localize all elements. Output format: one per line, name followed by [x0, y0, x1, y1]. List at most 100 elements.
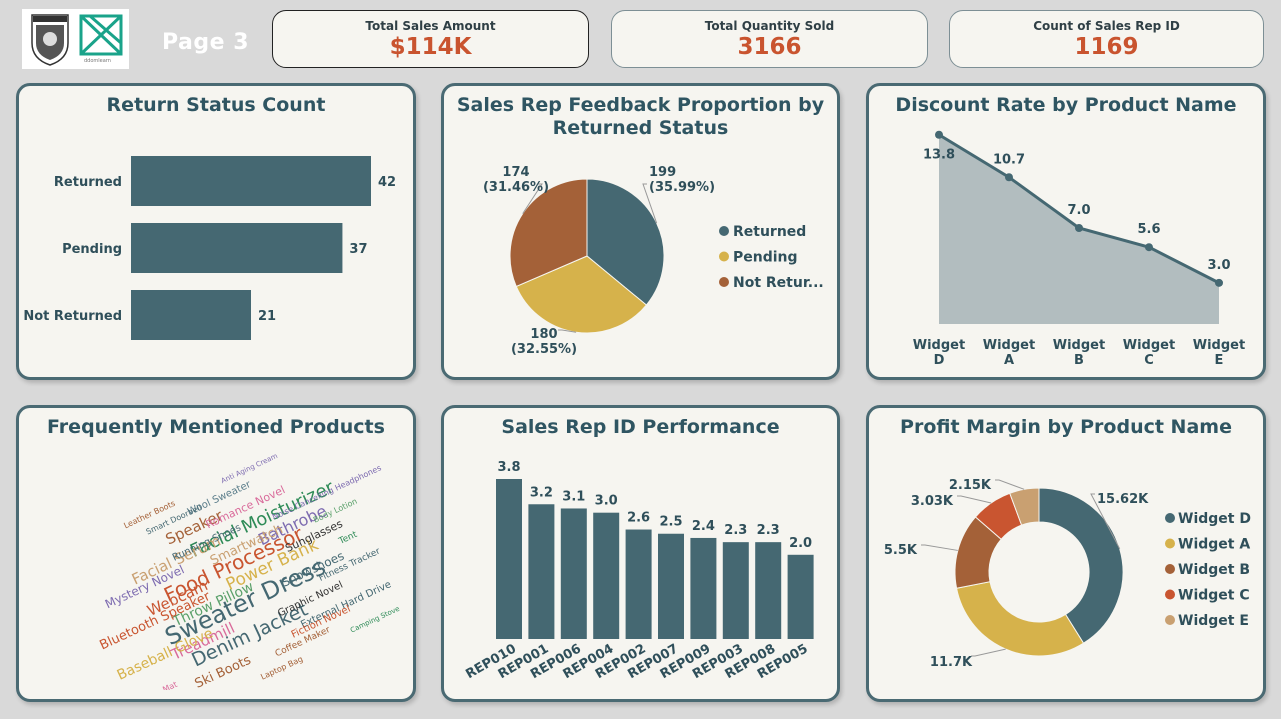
bar — [658, 533, 684, 639]
category-label: Widget — [913, 338, 965, 353]
bar — [593, 512, 620, 639]
bar — [722, 542, 749, 639]
sales-rep-bar-chart: 3.8REP0103.2REP0013.1REP0063.0REP0042.6R… — [463, 460, 814, 682]
category-label: A — [1004, 353, 1014, 368]
data-label: 7.0 — [1067, 203, 1090, 218]
word: Camping Stove — [349, 605, 401, 635]
bar — [755, 542, 782, 639]
discount-rate-card[interactable]: Discount Rate by Product Name 13.8 Widget… — [866, 83, 1266, 380]
bar — [690, 537, 717, 639]
legend-label: Widget A — [1178, 537, 1250, 553]
word-cloud-group: Sweater DressFood ProcessorFacial Moistu… — [98, 452, 401, 690]
data-label: 3.0 — [1207, 258, 1230, 273]
bar — [131, 290, 251, 340]
bar — [131, 223, 343, 273]
kpi-card-total-quantity[interactable]: Total Quantity Sold 3166 — [611, 10, 928, 68]
legend-label: Widget D — [1178, 511, 1251, 527]
kpi-card-sales-rep-count[interactable]: Count of Sales Rep ID 1169 — [949, 10, 1264, 68]
data-point — [1215, 278, 1223, 287]
legend-marker — [1165, 589, 1175, 600]
profit-margin-card[interactable]: Profit Margin by Product Name 15.62K 11.7… — [866, 405, 1266, 702]
category-label: Not Returned — [23, 309, 122, 324]
chart-title: Sales Rep ID Performance — [501, 416, 780, 438]
bar — [787, 554, 814, 639]
data-label: 2.5 — [659, 515, 682, 530]
logo-area: ddomlearn — [22, 9, 129, 69]
value-label: 174 — [502, 165, 529, 180]
data-label: 3.8 — [497, 460, 520, 475]
category-label: Widget — [983, 338, 1035, 353]
legend-label: Widget E — [1178, 613, 1249, 629]
kpi-card-total-sales[interactable]: Total Sales Amount $114K — [272, 10, 589, 68]
value-label: 3.03K — [911, 494, 954, 509]
category-label: Widget — [1193, 338, 1245, 353]
category-label: Widget — [1053, 338, 1105, 353]
logo-caption: ddomlearn — [84, 58, 111, 64]
category-label: B — [1074, 353, 1084, 368]
data-label: 5.6 — [1137, 222, 1160, 237]
data-point — [935, 130, 943, 139]
leader-line — [921, 544, 958, 551]
return-status-chart: Returned 42 Pending 37 Not Returned 21 — [23, 156, 396, 340]
kpi-value: $114K — [389, 34, 472, 60]
category-label: Pending — [62, 242, 122, 257]
data-label: 2.4 — [692, 519, 715, 534]
percent-label: (32.55%) — [511, 342, 577, 357]
legend-label: Widget B — [1178, 562, 1250, 578]
legend-label: Pending — [733, 250, 798, 266]
category-label: D — [934, 353, 945, 368]
word-cloud: Sweater DressFood ProcessorFacial Moistu… — [98, 452, 401, 690]
chart-title-line-1: Sales Rep Feedback Proportion by — [456, 94, 825, 116]
bar — [496, 479, 522, 639]
data-label: 37 — [349, 242, 367, 257]
kpi-value: 3166 — [737, 34, 802, 60]
data-point — [1145, 243, 1153, 252]
legend-marker — [719, 226, 729, 236]
data-label: 2.3 — [724, 523, 747, 538]
value-label: 199 — [649, 165, 676, 180]
bar — [131, 156, 371, 206]
value-label: 11.7K — [930, 655, 973, 670]
brand-logo-icon — [79, 14, 123, 56]
word: Laptop Bag — [259, 654, 304, 681]
data-point — [1005, 173, 1013, 182]
feedback-pie-chart: 199(35.99%) 180(32.55%) 174(31.46%) Returne… — [483, 165, 824, 357]
chart-title: Frequently Mentioned Products — [47, 416, 385, 438]
legend-marker — [719, 277, 729, 287]
data-label: 13.8 — [923, 148, 955, 163]
legend-label: Widget C — [1178, 588, 1250, 604]
chart-title: Return Status Count — [106, 94, 326, 116]
value-label: 2.15K — [949, 478, 992, 493]
chart-title-line-2: Returned Status — [552, 117, 729, 139]
data-label: 3.0 — [595, 494, 618, 509]
word: Anti Aging Cream — [220, 452, 279, 485]
word: Tent — [337, 530, 360, 548]
value-label: 15.62K — [1097, 492, 1149, 507]
return-status-card[interactable]: Return Status Count Returned 42 Pending 37 N… — [16, 83, 416, 380]
word: Yoga Mat — [141, 680, 179, 690]
data-label: 10.7 — [993, 152, 1025, 167]
word-cloud-card[interactable]: Frequently Mentioned Products Sweater Dr… — [16, 405, 416, 702]
data-label: 42 — [378, 175, 396, 190]
sales-rep-performance-card[interactable]: Sales Rep ID Performance 3.8 REP010 3.2 REP… — [441, 405, 840, 702]
legend-marker — [1165, 564, 1175, 574]
value-label: 180 — [530, 327, 557, 342]
bar — [625, 529, 652, 639]
category-label: E — [1215, 353, 1224, 368]
data-label: 2.3 — [757, 523, 780, 538]
percent-label: (35.99%) — [649, 180, 715, 195]
donut-slice — [956, 581, 1085, 657]
legend-label: Returned — [733, 224, 806, 240]
legend-marker — [719, 251, 729, 262]
bar — [528, 504, 555, 639]
profit-donut-chart: 15.62K 11.7K 5.5K 3.03K2.15K Widget D Widget … — [884, 478, 1251, 670]
legend-marker — [1165, 513, 1175, 523]
percent-label: (31.46%) — [483, 180, 549, 195]
feedback-proportion-card[interactable]: Sales Rep Feedback Proportion by Returne… — [441, 83, 840, 380]
value-label: 5.5K — [884, 543, 918, 558]
data-label: 21 — [258, 309, 276, 324]
leader-line — [971, 648, 1006, 657]
legend-marker — [1165, 538, 1175, 549]
data-label: 2.0 — [789, 536, 812, 551]
kpi-label: Count of Sales Rep ID — [1033, 19, 1180, 33]
